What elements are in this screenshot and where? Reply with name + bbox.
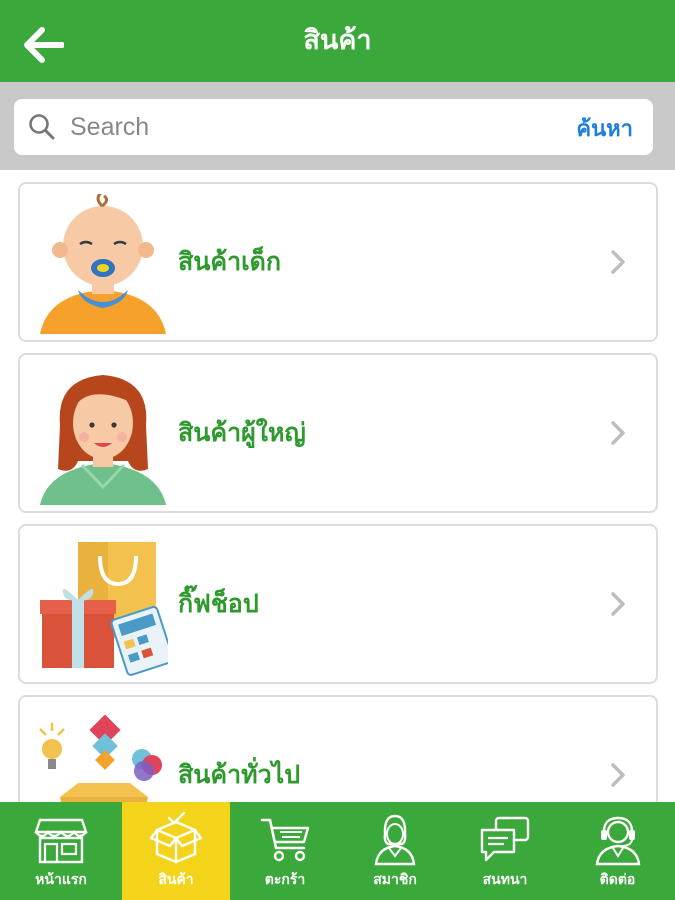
baby-icon bbox=[40, 194, 166, 334]
page-title: สินค้า bbox=[303, 24, 372, 56]
category-item-general[interactable]: สินค้าทั่วไป bbox=[18, 695, 658, 802]
nav-label: ตะกร้า bbox=[264, 872, 306, 888]
search-icon bbox=[28, 112, 58, 142]
nav-label: หน้าแรก bbox=[35, 872, 87, 888]
app-header: สินค้า bbox=[0, 0, 675, 82]
chevron-right-icon bbox=[611, 592, 625, 616]
category-label: กิ๊ฟช็อป bbox=[178, 589, 259, 618]
search-bar: ค้นหา bbox=[0, 82, 675, 170]
chevron-right-icon bbox=[611, 250, 625, 274]
nav-item-products[interactable]: สินค้า bbox=[122, 802, 230, 900]
chat-icon bbox=[480, 816, 530, 862]
nav-label: สินค้า bbox=[158, 872, 194, 888]
category-item-baby[interactable]: สินค้าเด็ก bbox=[18, 182, 658, 342]
nav-item-cart[interactable]: ตะกร้า bbox=[230, 802, 340, 900]
nav-item-chat[interactable]: สนทนา bbox=[450, 802, 560, 900]
nav-label: สนทนา bbox=[482, 872, 528, 888]
search-box: ค้นหา bbox=[14, 99, 653, 155]
nav-label: ติดต่อ bbox=[599, 872, 636, 888]
category-item-gift-shop[interactable]: กิ๊ฟช็อป bbox=[18, 524, 658, 684]
arrow-left-icon bbox=[24, 27, 64, 63]
box-icon bbox=[149, 812, 203, 864]
general-goods-icon bbox=[39, 714, 162, 802]
category-label: สินค้าทั่วไป bbox=[178, 760, 301, 789]
support-icon bbox=[595, 816, 640, 866]
chevron-right-icon bbox=[611, 421, 625, 445]
chevron-right-icon bbox=[611, 763, 625, 787]
woman-icon bbox=[40, 375, 166, 505]
category-list: สินค้าเด็ก สินค้าผู้ใหญ่ กิ๊ฟช็อป สินค้า… bbox=[0, 170, 675, 802]
category-label: สินค้าเด็ก bbox=[178, 247, 282, 276]
nav-item-member[interactable]: สมาชิก bbox=[340, 802, 450, 900]
nav-item-home[interactable]: หน้าแรก bbox=[0, 802, 122, 900]
search-input[interactable] bbox=[70, 107, 530, 147]
storefront-icon bbox=[34, 818, 88, 864]
search-button[interactable]: ค้นหา bbox=[576, 111, 633, 146]
cart-icon bbox=[260, 818, 310, 862]
member-icon bbox=[374, 814, 416, 866]
nav-item-contact[interactable]: ติดต่อ bbox=[560, 802, 675, 900]
gift-shop-icon bbox=[40, 542, 168, 676]
category-item-adult[interactable]: สินค้าผู้ใหญ่ bbox=[18, 353, 658, 513]
nav-label: สมาชิก bbox=[373, 872, 417, 888]
bottom-nav: หน้าแรก สินค้า ตะกร้า สมาชิก สนทนา ติดต่… bbox=[0, 802, 675, 900]
back-button[interactable] bbox=[18, 22, 68, 68]
category-label: สินค้าผู้ใหญ่ bbox=[178, 418, 306, 447]
